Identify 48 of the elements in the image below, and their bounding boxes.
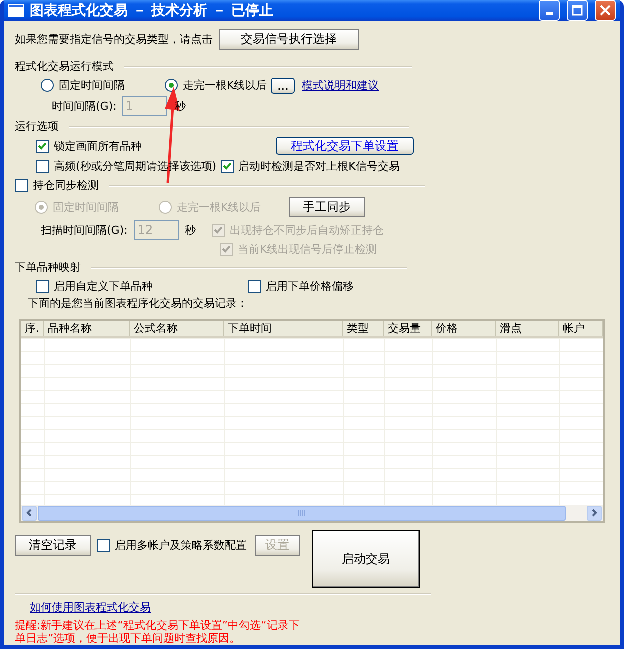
interval-label: 时间间隔(G): (52, 98, 117, 114)
checkbox[interactable]: 启动时检测是否对上根K信号交易 (220, 156, 400, 176)
column-header[interactable]: 下单时间 (224, 321, 343, 336)
close-button[interactable] (595, 0, 616, 21)
checkmark-icon (222, 245, 231, 254)
usage-help-link[interactable]: 如何使用图表程式化交易 (30, 600, 151, 614)
maximize-icon (572, 5, 583, 16)
clear-records-button[interactable]: 清空记录 (15, 535, 91, 556)
column-header[interactable]: 价格 (432, 321, 496, 336)
manual-sync-button[interactable]: 手工同步 (289, 197, 365, 217)
scroll-right-icon[interactable] (587, 506, 602, 520)
more-button[interactable]: ... (271, 78, 296, 94)
close-icon (600, 5, 611, 16)
column-header[interactable]: 序. (21, 321, 44, 336)
group-heading: 下单品种映射 (15, 260, 81, 275)
checkbox[interactable]: 启用自定义下单品种 (36, 277, 248, 296)
checkbox[interactable]: 启用下单价格偏移 (248, 277, 354, 296)
checkmark-icon (214, 226, 223, 234)
checkbox[interactable]: 锁定画面所有品种 (36, 136, 276, 156)
column-header[interactable]: 公式名称 (130, 321, 224, 336)
records-caption: 下面的是您当前图表程序化交易的交易记录： (28, 296, 248, 311)
start-trading-button[interactable]: 启动交易 (312, 530, 420, 588)
order-settings-button[interactable]: 程式化交易下单设置 (276, 137, 414, 155)
mode-help-link[interactable]: 模式说明和建议 (302, 78, 380, 93)
column-header[interactable]: 交易量 (384, 321, 432, 336)
sync-checkbox[interactable]: 持仓同步检测 (15, 176, 99, 195)
column-header[interactable]: 帐户 (559, 321, 603, 336)
group-heading: 程式化交易运行模式 (15, 59, 114, 74)
checkbox[interactable]: 启用多帐户及策略系数配置 (97, 536, 247, 555)
grip-icon (298, 510, 306, 516)
maximize-button[interactable] (567, 0, 588, 21)
horizontal-scrollbar[interactable] (21, 505, 603, 521)
signal-select-button[interactable]: 交易信号执行选择 (219, 28, 359, 50)
window-title: 图表程式化交易 － 技术分析 － 已停止 (30, 2, 274, 20)
column-header[interactable]: 品种名称 (44, 321, 130, 336)
scroll-left-icon[interactable] (22, 506, 37, 520)
column-header[interactable]: 类型 (343, 321, 384, 336)
minimize-button[interactable] (539, 0, 560, 21)
prompt-text: 如果您需要指定信号的交易类型，请点击 (15, 32, 213, 46)
checkmark-icon (38, 142, 47, 150)
group-heading: 运行选项 (15, 119, 59, 134)
column-header[interactable]: 滑点 (496, 321, 559, 336)
notice-text: 提醒:新手建议在上述“程式化交易下单设置”中勾选“记录下单日志”选项，便于出现下单问题时查找原因。 (15, 619, 301, 645)
scan-interval-label: 扫描时间间隔(G): (41, 222, 128, 238)
checkmark-icon (222, 162, 232, 170)
window-icon (8, 4, 24, 17)
radio-button[interactable]: 固定时间间隔 (41, 76, 165, 95)
seconds-label: 秒 (184, 222, 197, 238)
